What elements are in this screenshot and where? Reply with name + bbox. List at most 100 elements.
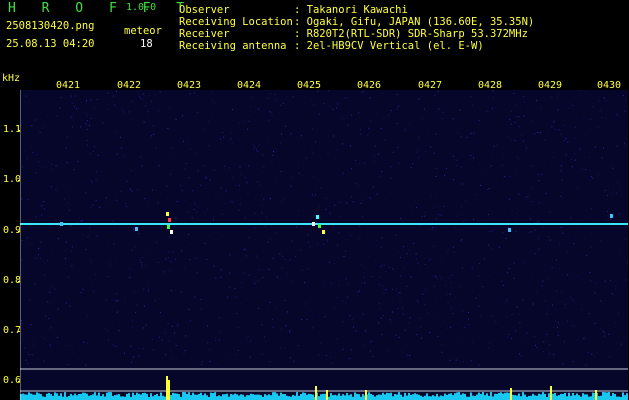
noise-dot	[536, 100, 538, 102]
noise-dot	[447, 252, 449, 254]
noise-dot	[495, 217, 497, 219]
noise-dot	[219, 317, 220, 319]
level-bar	[172, 392, 174, 400]
level-bar	[560, 393, 562, 400]
noise-dot	[528, 231, 530, 233]
noise-dot	[120, 271, 122, 273]
level-bar	[232, 394, 234, 400]
noise-dot	[258, 144, 260, 146]
noise-dot	[184, 199, 186, 201]
level-bar	[70, 393, 72, 400]
noise-dot	[188, 136, 190, 138]
noise-dot	[417, 262, 419, 264]
noise-dot	[461, 166, 463, 168]
noise-dot	[116, 311, 118, 313]
noise-dot	[69, 117, 71, 119]
noise-dot	[287, 311, 289, 313]
noise-dot	[378, 266, 380, 268]
noise-dot	[518, 313, 520, 315]
noise-dot	[443, 205, 445, 207]
noise-dot	[280, 347, 282, 349]
noise-dot	[346, 238, 348, 240]
noise-dot	[142, 327, 144, 329]
noise-dot	[488, 342, 490, 344]
noise-dot	[49, 329, 51, 330]
noise-dot	[36, 154, 38, 156]
noise-dot	[385, 247, 386, 249]
noise-dot	[398, 252, 399, 254]
level-bar	[358, 394, 360, 400]
noise-dot	[220, 187, 222, 189]
noise-dot	[420, 293, 422, 295]
noise-dot	[594, 322, 596, 324]
noise-dot	[145, 324, 147, 326]
noise-dot	[88, 227, 90, 229]
noise-dot	[616, 145, 618, 147]
noise-dot	[72, 352, 74, 354]
noise-dot	[557, 97, 559, 99]
level-bar	[146, 393, 148, 400]
noise-dot	[572, 326, 573, 327]
noise-dot	[590, 176, 592, 177]
noise-dot	[388, 266, 390, 268]
noise-dot	[41, 214, 43, 216]
noise-dot	[605, 220, 607, 222]
noise-dot	[347, 97, 349, 99]
level-bar	[552, 393, 554, 400]
noise-dot	[27, 363, 29, 365]
noise-dot	[253, 281, 255, 283]
level-bar	[26, 394, 28, 400]
level-bar	[258, 394, 260, 400]
level-bar	[260, 395, 262, 400]
noise-dot	[221, 213, 223, 215]
level-bar	[418, 394, 420, 400]
noise-dot	[225, 190, 227, 192]
noise-dot	[604, 189, 606, 191]
level-bar	[414, 393, 416, 400]
noise-dot	[488, 187, 490, 189]
noise-dot	[239, 204, 241, 205]
noise-dot	[86, 128, 88, 130]
noise-dot	[77, 160, 79, 162]
noise-dot	[429, 259, 431, 261]
noise-dot	[207, 105, 209, 107]
noise-dot	[352, 201, 354, 203]
level-bar	[600, 395, 602, 400]
noise-dot	[237, 327, 239, 329]
level-bar	[184, 392, 186, 400]
noise-dot	[363, 90, 365, 92]
noise-dot	[468, 312, 470, 313]
noise-dot	[167, 323, 169, 325]
noise-dot	[453, 251, 455, 253]
level-bar	[514, 395, 516, 400]
noise-dot	[526, 147, 528, 149]
noise-dot	[271, 115, 273, 117]
noise-dot	[86, 120, 88, 121]
noise-dot	[478, 275, 479, 277]
noise-dot	[540, 107, 542, 109]
noise-dot	[131, 249, 133, 251]
noise-dot	[392, 300, 394, 302]
noise-dot	[161, 226, 163, 228]
noise-dot	[104, 327, 106, 329]
noise-dot	[232, 109, 233, 110]
level-bar	[52, 395, 54, 400]
noise-dot	[21, 259, 22, 261]
noise-dot	[231, 199, 233, 201]
noise-dot	[190, 242, 192, 244]
noise-dot	[468, 318, 469, 320]
noise-dot	[224, 203, 226, 205]
noise-dot	[471, 266, 473, 268]
noise-dot	[165, 258, 167, 260]
noise-dot	[381, 334, 383, 336]
noise-dot	[308, 241, 309, 243]
noise-dot	[301, 175, 303, 177]
noise-dot	[66, 136, 68, 138]
level-bar	[556, 395, 558, 400]
noise-dot	[615, 287, 616, 289]
noise-dot	[516, 212, 518, 214]
noise-dot	[379, 284, 380, 286]
noise-dot	[287, 273, 289, 275]
noise-dot	[453, 179, 454, 181]
level-bar	[498, 392, 500, 400]
